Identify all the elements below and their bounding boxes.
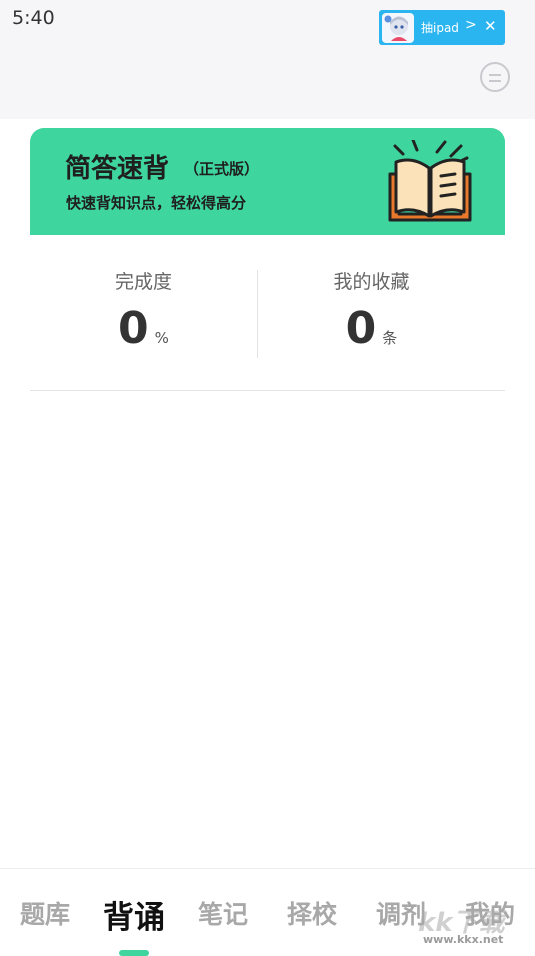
nav-item-school-choice[interactable]: 择校 — [267, 895, 357, 931]
banner-title: 简答速背 — [65, 154, 170, 184]
completion-value: 0 — [118, 303, 149, 354]
banner-subtitle: 快速背知识点，轻松得高分 — [66, 194, 247, 212]
completion-label: 完成度 — [114, 271, 172, 293]
status-time: 5:40 — [12, 7, 55, 29]
banner-edition: （正式版） — [184, 160, 260, 178]
close-icon[interactable]: ✕ — [484, 17, 497, 35]
stats-panel: 完成度 0% 我的收藏 0条 — [30, 235, 505, 391]
nav-item-recite-label: 背诵 — [103, 900, 165, 936]
favorites-stat[interactable]: 我的收藏 0条 — [258, 235, 485, 390]
ad-badge[interactable]: 抽ipad > ✕ — [379, 10, 505, 45]
watermark-url: www.kkx.net — [423, 933, 504, 946]
top-header: 5:40 抽ipad > ✕ — [0, 0, 535, 119]
favorites-label: 我的收藏 — [333, 271, 410, 293]
nav-item-recite[interactable]: 背诵 — [89, 892, 179, 956]
switch-icon[interactable] — [480, 62, 510, 92]
completion-stat[interactable]: 完成度 0% — [30, 235, 257, 390]
favorites-unit: 条 — [382, 329, 398, 347]
nav-item-question-bank[interactable]: 题库 — [0, 895, 90, 931]
ad-label: 抽ipad — [421, 21, 459, 35]
chevron-right-icon: > — [465, 17, 477, 33]
nav-item-notes[interactable]: 笔记 — [178, 895, 268, 931]
book-icon — [388, 140, 472, 222]
completion-unit: % — [154, 329, 169, 347]
ad-avatar — [382, 13, 414, 43]
watermark: kk下载 www.kkx.net — [418, 902, 518, 946]
banner[interactable]: 简答速背 （正式版） 快速背知识点，轻松得高分 — [30, 128, 505, 235]
favorites-value: 0 — [345, 303, 377, 354]
